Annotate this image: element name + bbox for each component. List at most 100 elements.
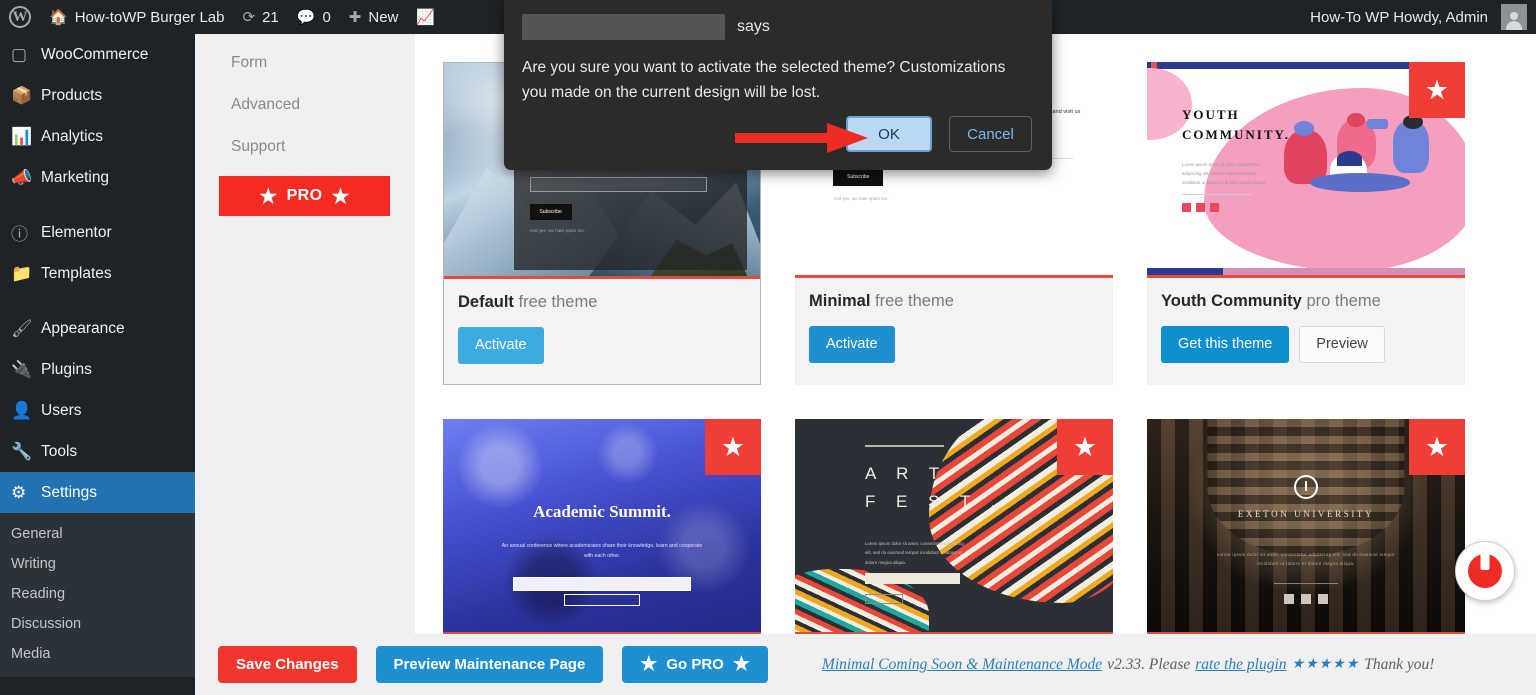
preview-button[interactable]: Preview (1299, 326, 1385, 364)
preview-email-input (512, 577, 692, 591)
save-changes-button[interactable]: Save Changes (218, 646, 357, 683)
theme-thumbnail-art-fest[interactable]: A R TF E S T . Lorem ipsum dolor sit ame… (795, 419, 1113, 634)
tab-advanced[interactable]: Advanced (195, 84, 415, 126)
go-pro-label: Go PRO (666, 656, 724, 673)
wp-logo-menu[interactable]: W (0, 0, 40, 34)
howdy-menu[interactable]: How-To WP Howdy, Admin (1301, 0, 1536, 34)
sidebar-item-elementor[interactable]: ⓘ Elementor (0, 212, 195, 253)
settings-footer-bar: Save Changes Preview Maintenance Page ★ … (195, 634, 1536, 695)
divider (864, 444, 945, 447)
new-content-menu[interactable]: ✚ New (340, 0, 408, 34)
sidebar-item-templates[interactable]: 📁 Templates (0, 253, 195, 294)
dialog-header: says (522, 14, 1032, 40)
admin-sidebar: ▢ WooCommerce 📦 Products 📊 Analytics 📣 M… (0, 34, 195, 695)
woo-icon: ▢ (11, 44, 28, 64)
plugin-tab-nav: Form Advanced Support ★ PRO ★ (195, 34, 415, 634)
tab-form[interactable]: Form (195, 42, 415, 84)
sidebar-item-label: Elementor (41, 223, 112, 241)
sidebar-item-marketing[interactable]: 📣 Marketing (0, 157, 195, 198)
comments-menu[interactable]: 💬 0 (288, 0, 340, 34)
preview-body: Lorem ipsum dolor sit amet, consectetur … (1181, 161, 1266, 186)
twitter-icon (1195, 202, 1205, 212)
pro-badge-star-icon: ★ (1057, 419, 1113, 476)
theme-card-youth-community[interactable]: YOUTH COMMUNITY. Lorem ipsum dolor sit am… (1147, 62, 1465, 386)
theme-name: Default (458, 293, 514, 311)
wordpress-logo-icon: W (9, 6, 31, 28)
products-icon: 📦 (11, 85, 33, 105)
sidebar-item-tools[interactable]: 🔧 Tools (0, 431, 195, 472)
submenu-item-discussion[interactable]: Discussion (0, 609, 195, 639)
rate-plugin-link[interactable]: rate the plugin (1195, 656, 1286, 674)
settings-sliders-icon: ⚙ (11, 482, 27, 502)
plugin-credit: Minimal Coming Soon & Maintenance Mode v… (822, 656, 1435, 674)
sidebar-item-label: Appearance (41, 319, 125, 337)
sidebar-item-users[interactable]: 👤 Users (0, 390, 195, 431)
submenu-item-reading[interactable]: Reading (0, 579, 195, 609)
power-support-button[interactable] (1455, 541, 1515, 601)
submenu-item-writing[interactable]: Writing (0, 549, 195, 579)
new-label: New (368, 8, 399, 26)
twitter-icon (1301, 594, 1311, 605)
plugins-plug-icon: 🔌 (11, 359, 33, 379)
theme-card-body: Minimal free theme Activate (795, 278, 1113, 383)
sidebar-item-appearance[interactable]: 🖌 Appearance (0, 308, 195, 349)
theme-type: free theme (875, 292, 954, 310)
sidebar-item-label: Products (41, 86, 103, 104)
preview-subscribe-button: Subscribe (833, 167, 884, 186)
theme-type: pro theme (1306, 292, 1381, 310)
theme-thumbnail-youth-community[interactable]: YOUTH COMMUNITY. Lorem ipsum dolor sit am… (1147, 62, 1465, 278)
preview-social-icons (1147, 594, 1465, 605)
preview-subscribe-button: Subscribe (529, 204, 572, 221)
activate-button[interactable]: Activate (458, 327, 544, 365)
theme-card-art-fest[interactable]: A R TF E S T . Lorem ipsum dolor sit ame… (795, 419, 1113, 634)
preview-headline: EXETON UNIVERSITY (1237, 508, 1375, 519)
theme-name: Minimal (809, 292, 871, 310)
facebook-icon (1284, 594, 1294, 605)
thank-you-text: Thank you! (1364, 655, 1435, 673)
theme-actions: Activate (458, 327, 744, 365)
users-icon: 👤 (11, 400, 33, 420)
site-name-menu[interactable]: 🏠 How-toWP Burger Lab (40, 0, 233, 34)
sidebar-item-analytics[interactable]: 📊 Analytics (0, 116, 195, 157)
theme-title-row: Minimal free theme (809, 292, 1097, 311)
updates-menu[interactable]: ⟳ 21 (233, 0, 287, 34)
theme-thumbnail-exeton-university[interactable]: EXETON UNIVERSITY Lorem ipsum dolor sit … (1147, 419, 1465, 634)
activate-button[interactable]: Activate (809, 326, 895, 364)
pro-badge-star-icon: ★ (705, 419, 761, 476)
theme-card-body: Youth Community pro theme Get this theme… (1147, 278, 1465, 383)
divider (1181, 194, 1252, 196)
theme-actions: Activate (809, 326, 1097, 364)
annotation-arrow (735, 123, 868, 153)
analytics-icon: 📊 (11, 126, 33, 146)
plugin-name-link[interactable]: Minimal Coming Soon & Maintenance Mode (822, 656, 1102, 674)
preview-maintenance-page-button[interactable]: Preview Maintenance Page (375, 646, 604, 683)
theme-card-academic-summit[interactable]: Academic Summit. An annual conference wh… (443, 419, 761, 634)
submenu-item-general[interactable]: General (0, 519, 195, 549)
theme-card-body: Default free theme Activate (444, 279, 760, 384)
preview-body: Lorem ipsum dolor sit amet, consectetur … (1216, 552, 1396, 567)
cancel-button[interactable]: Cancel (949, 116, 1032, 152)
sidebar-item-label: Tools (41, 442, 78, 460)
dialog-message: Are you sure you want to activate the se… (522, 59, 1006, 102)
tab-support[interactable]: Support (195, 126, 415, 168)
updates-refresh-icon: ⟳ (242, 9, 256, 26)
sidebar-item-products[interactable]: 📦 Products (0, 75, 195, 116)
submenu-item-media[interactable]: Media (0, 639, 195, 669)
theme-thumbnail-academic-summit[interactable]: Academic Summit. An annual conference wh… (443, 419, 761, 634)
analytics-adminbar-menu[interactable]: 📈 (407, 0, 444, 34)
theme-card-exeton-university[interactable]: EXETON UNIVERSITY Lorem ipsum dolor sit … (1147, 419, 1465, 634)
preview-email-input (529, 177, 708, 193)
people-illustration (1281, 113, 1446, 207)
elementor-icon: ⓘ (11, 225, 28, 244)
tools-wrench-icon: 🔧 (11, 441, 33, 461)
sidebar-item-settings[interactable]: ⚙ Settings (0, 472, 195, 513)
preview-headline: YOUTH COMMUNITY. (1181, 106, 1290, 143)
rating-stars-icon[interactable]: ★★★★★ (1292, 656, 1360, 673)
get-this-theme-button[interactable]: Get this theme (1161, 326, 1290, 364)
sidebar-item-woocommerce[interactable]: ▢ WooCommerce (0, 34, 195, 75)
go-pro-button[interactable]: ★ Go PRO ★ (622, 646, 768, 683)
theme-name: Youth Community (1161, 292, 1302, 310)
tab-pro[interactable]: ★ PRO ★ (219, 176, 390, 216)
dialog-actions: OK Cancel (846, 116, 1032, 152)
sidebar-item-plugins[interactable]: 🔌 Plugins (0, 349, 195, 390)
